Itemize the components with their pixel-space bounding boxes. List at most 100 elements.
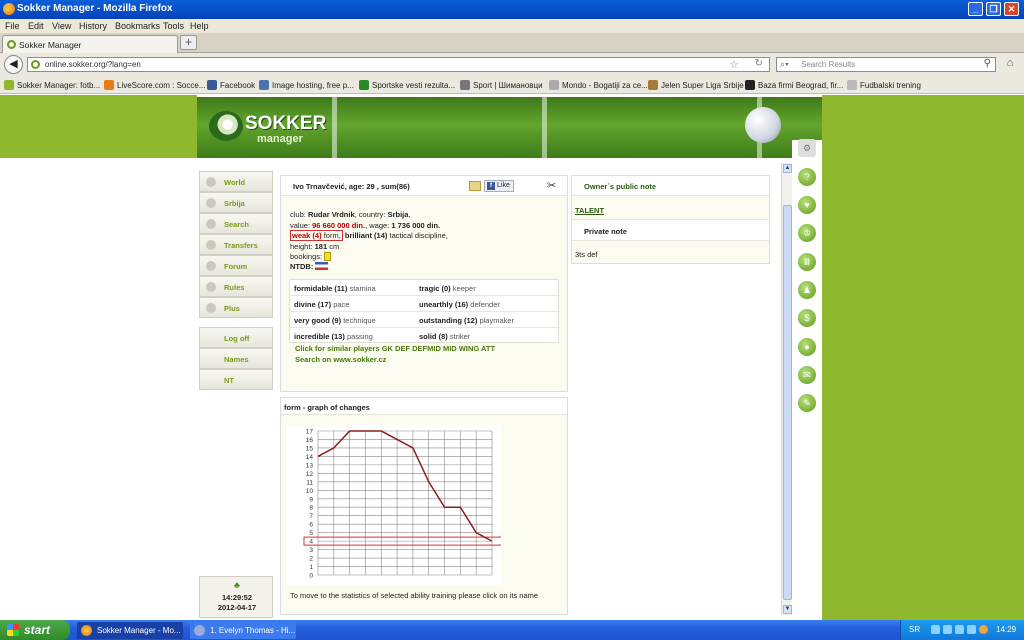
left-menu: World Srbija Search Transfers Forum Rule…: [199, 171, 273, 390]
new-tab-button[interactable]: +: [180, 35, 197, 50]
bookmark-image-hosting[interactable]: Image hosting, free p...: [259, 80, 354, 90]
skill-passing[interactable]: incredible (13) passing: [294, 332, 373, 341]
book-icon: [206, 282, 216, 292]
bookmark-livescore[interactable]: LiveScore.com : Socce...: [104, 80, 205, 90]
skill-stamina[interactable]: formidable (11) stamina: [294, 284, 376, 293]
nav-log-off[interactable]: Log off: [199, 327, 273, 348]
sokker-cz-search-link[interactable]: Search on www.sokker.cz: [295, 355, 386, 364]
similar-players-link[interactable]: Click for similar players GK DEF DEFMID …: [295, 344, 495, 353]
mail-icon[interactable]: ✉: [798, 366, 816, 384]
tray-icon-1[interactable]: [931, 625, 940, 634]
nav-srbija[interactable]: Srbija: [199, 192, 273, 213]
bookmark-fudbalski-trening[interactable]: Fudbalski trening: [847, 80, 921, 90]
menu-tools[interactable]: Tools: [163, 21, 184, 31]
ntdb-flag-icon[interactable]: [315, 262, 329, 270]
sokker-logo[interactable]: SOKKER manager: [209, 105, 329, 149]
menu-view[interactable]: View: [52, 21, 71, 31]
country-link[interactable]: Srbija: [388, 210, 409, 219]
nav-rules[interactable]: Rules: [199, 276, 273, 297]
nav-forum[interactable]: Forum: [199, 255, 273, 276]
search-icon[interactable]: ⚲: [984, 58, 991, 69]
y-tick-label: 17: [306, 429, 314, 436]
task-firefox[interactable]: Sokker Manager - Mo...: [77, 622, 183, 639]
task-music[interactable]: 1. Evelyn Thomas - Hi...: [190, 622, 296, 639]
globe-icon: [206, 177, 216, 187]
bookmark-sport[interactable]: Sport | Шимановци: [460, 80, 543, 90]
close-button[interactable]: ✕: [1004, 2, 1019, 16]
scissors-icon[interactable]: ✂: [547, 179, 556, 192]
home-icon[interactable]: ⌂: [1001, 57, 1019, 72]
stadium-icon[interactable]: Ⅲ: [798, 253, 816, 271]
private-note-row[interactable]: Private note: [572, 219, 769, 241]
menu-history[interactable]: History: [79, 21, 107, 31]
shield-icon[interactable]: ♥: [798, 196, 816, 214]
minimize-button[interactable]: _: [968, 2, 983, 16]
skill-keeper[interactable]: tragic (0) keeper: [419, 284, 476, 293]
tray-icon-4[interactable]: [967, 625, 976, 634]
owner-note-header: Owner`s public note: [572, 176, 769, 196]
y-tick-label: 1: [309, 564, 313, 571]
scroll-down-arrow-icon[interactable]: ▼: [783, 605, 792, 614]
server-clock: ♣ 14:29:52 2012-04-17: [199, 576, 273, 618]
training-icon[interactable]: ♟: [798, 281, 816, 299]
scrollbar-thumb[interactable]: [783, 205, 792, 600]
y-tick-label: 12: [306, 471, 314, 478]
chat-icon[interactable]: ?: [798, 168, 816, 186]
skills-table: formidable (11) stamina tragic (0) keepe…: [289, 279, 560, 343]
nav-names[interactable]: Names: [199, 348, 273, 369]
tray-icon-5[interactable]: [979, 625, 988, 634]
url-bar[interactable]: online.sokker.org/?lang=en ☆ ↻: [27, 57, 770, 72]
search-input[interactable]: ⌕▾ Search Results ⚲: [776, 57, 996, 72]
skill-playmaker[interactable]: outstanding (12) playmaker: [419, 316, 514, 325]
tab-sokker-manager[interactable]: Sokker Manager: [2, 35, 178, 53]
maximize-button[interactable]: ❐: [986, 2, 1001, 16]
menu-file[interactable]: File: [5, 21, 20, 31]
y-tick-label: 7: [309, 513, 313, 520]
tray-icon-3[interactable]: [955, 625, 964, 634]
bookmark-mondo[interactable]: Mondo - Bogatiji za ce...: [549, 80, 648, 90]
start-button[interactable]: start: [0, 620, 70, 640]
back-button[interactable]: ◀: [4, 55, 23, 74]
skill-pace[interactable]: divine (17) pace: [294, 300, 349, 309]
search-engine-icon[interactable]: ⌕▾: [780, 59, 789, 70]
window-title: Sokker Manager - Mozilla Firefox: [17, 3, 173, 14]
bookmark-jelen[interactable]: Jelen Super Liga Srbije: [648, 80, 744, 90]
scroll-up-arrow-icon[interactable]: ▲: [783, 164, 792, 173]
reload-icon[interactable]: ↻: [755, 58, 763, 69]
nav-nt[interactable]: NT: [199, 369, 273, 390]
bookmark-sportske-vesti[interactable]: Sportske vesti rezulta...: [359, 80, 455, 90]
bookmark-star-icon[interactable]: ☆: [729, 58, 739, 71]
club-link[interactable]: Rudar Vrdnik: [308, 210, 355, 219]
bookmark-baza-firmi[interactable]: Baza firmi Beograd, fir...: [745, 80, 843, 90]
nav-search[interactable]: Search: [199, 213, 273, 234]
nav-world[interactable]: World: [199, 171, 273, 192]
menu-help[interactable]: Help: [190, 21, 209, 31]
settings-gear-icon[interactable]: ⚙: [798, 139, 816, 157]
bookmark-facebook[interactable]: Facebook: [207, 80, 255, 90]
talent-link[interactable]: TALENT: [575, 206, 604, 215]
skill-defender[interactable]: unearthly (16) defender: [419, 300, 500, 309]
money-icon[interactable]: $: [798, 309, 816, 327]
menu-edit[interactable]: Edit: [28, 21, 44, 31]
menu-bookmarks[interactable]: Bookmarks: [115, 21, 160, 31]
skill-striker[interactable]: solid (8) striker: [419, 332, 470, 341]
nav-transfers[interactable]: Transfers: [199, 234, 273, 255]
inbox-icon[interactable]: ✎: [798, 394, 816, 412]
page-scrollbar[interactable]: ▲ ▼: [781, 163, 792, 615]
player-ntdb-line: NTDB:: [290, 262, 329, 271]
trophy-icon[interactable]: ♔: [798, 224, 816, 242]
skill-technique[interactable]: very good (9) technique: [294, 316, 376, 325]
bookmarks-toolbar: Sokker Manager: fotb... LiveScore.com : …: [0, 75, 1024, 94]
windows-taskbar: start Sokker Manager - Mo... 1. Evelyn T…: [0, 620, 1024, 640]
folder-icon[interactable]: [469, 181, 481, 191]
player-bookings-line: bookings:: [290, 252, 332, 261]
tray-icon-2[interactable]: [943, 625, 952, 634]
whistle-icon[interactable]: ●: [798, 338, 816, 356]
player-club-line: club: Rudar Vrdnik, country: Srbija,: [290, 210, 411, 219]
nav-plus[interactable]: Plus: [199, 297, 273, 318]
bookmark-sokker[interactable]: Sokker Manager: fotb...: [4, 80, 100, 90]
facebook-like-button[interactable]: f Like: [484, 180, 514, 192]
language-indicator[interactable]: SR: [909, 625, 920, 634]
tab-bar: Sokker Manager +: [0, 33, 1024, 53]
player-height-line: height: 181 cm: [290, 242, 340, 251]
